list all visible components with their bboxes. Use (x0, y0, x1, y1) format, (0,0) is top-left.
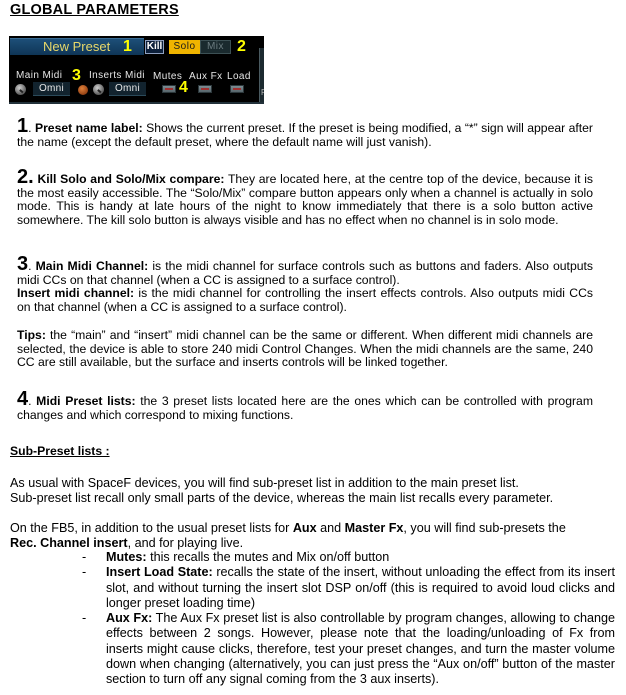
section-midi-preset-lists: 4. Midi Preset lists: the 3 preset lists… (17, 388, 593, 422)
list-dash: - (82, 611, 87, 626)
list-dash: - (82, 565, 87, 580)
load-preset-button[interactable] (230, 85, 244, 93)
side-strip: F (259, 48, 264, 104)
section-title: Preset name label: (34, 121, 143, 135)
callout-badge-2: 2 (237, 38, 246, 55)
list-item-mutes: - Mutes: this recalls the mutes and Mix … (82, 550, 615, 565)
side-letter: F (261, 88, 264, 97)
tips-title: Tips: (17, 328, 46, 342)
section-title: Kill Solo and Solo/Mix compare: (37, 172, 225, 186)
midi-led-icon (78, 85, 88, 95)
list-dash: - (82, 550, 87, 564)
mix-button[interactable]: Mix (200, 40, 231, 54)
item-body: The Aux Fx preset list is also controlla… (106, 611, 615, 687)
sub-preset-list: - Mutes: this recalls the mutes and Mix … (82, 550, 615, 688)
intro-line-1: As usual with SpaceF devices, you will f… (10, 476, 519, 490)
main-midi-label: Main Midi (16, 70, 63, 81)
global-parameters-panel: New Preset 1 Kill Solo Mix 2 F Main Midi… (9, 36, 264, 104)
aux-fx-label: Aux Fx (189, 71, 223, 82)
section-tips: Tips: the “main” and “insert” midi chann… (17, 328, 593, 370)
main-midi-channel-select[interactable]: Omni (33, 82, 70, 96)
callout-badge-4: 4 (179, 79, 188, 96)
list-item-aux-fx: - Aux Fx: The Aux Fx preset list is also… (82, 611, 615, 687)
kill-solo-button[interactable]: Kill (145, 40, 164, 54)
sub-preset-intro: As usual with SpaceF devices, you will f… (10, 476, 610, 506)
callout-badge-1: 1 (123, 38, 132, 55)
section-extra-title: Insert midi channel: (17, 286, 135, 301)
tips-body: the “main” and “insert” midi channel can… (17, 328, 593, 370)
page-heading: GLOBAL PARAMETERS (10, 2, 179, 18)
inserts-midi-label: Inserts Midi (89, 70, 145, 81)
aux-fx-preset-button[interactable] (198, 85, 212, 93)
item-body: this recalls the mutes and Mix on/off bu… (146, 550, 390, 564)
section-title: Main Midi Channel: (35, 259, 149, 273)
load-label: Load (227, 71, 251, 82)
preset-name: New Preset (43, 39, 111, 54)
section-title: Midi Preset lists: (36, 394, 136, 408)
section-kill-solo: 2. Kill Solo and Solo/Mix compare: They … (17, 167, 593, 227)
item-title: Mutes: (106, 550, 147, 564)
main-midi-knob-icon[interactable] (15, 84, 26, 95)
inserts-midi-channel-select[interactable]: Omni (109, 82, 146, 96)
inserts-midi-knob-icon[interactable] (93, 84, 104, 95)
panel-divider (9, 102, 264, 104)
mutes-preset-button[interactable] (162, 85, 176, 93)
sub-preset-fb5: On the FB5, in addition to the usual pre… (10, 521, 566, 550)
section-main-midi-channel: 3. Main Midi Channel: is the midi channe… (17, 253, 593, 314)
intro-line-2: Sub-preset list recall only small parts … (10, 491, 554, 505)
sub-preset-heading: Sub-Preset lists : (10, 444, 110, 458)
section-preset-name-label: 1. Preset name label: Shows the current … (17, 115, 593, 149)
list-item-insert-load-state: - Insert Load State: recalls the state o… (82, 565, 615, 611)
item-title: Aux Fx: (106, 611, 153, 626)
item-title: Insert Load State: (106, 565, 213, 580)
solo-button[interactable]: Solo (169, 40, 200, 54)
mutes-label: Mutes (153, 71, 183, 82)
callout-badge-3: 3 (72, 67, 81, 84)
